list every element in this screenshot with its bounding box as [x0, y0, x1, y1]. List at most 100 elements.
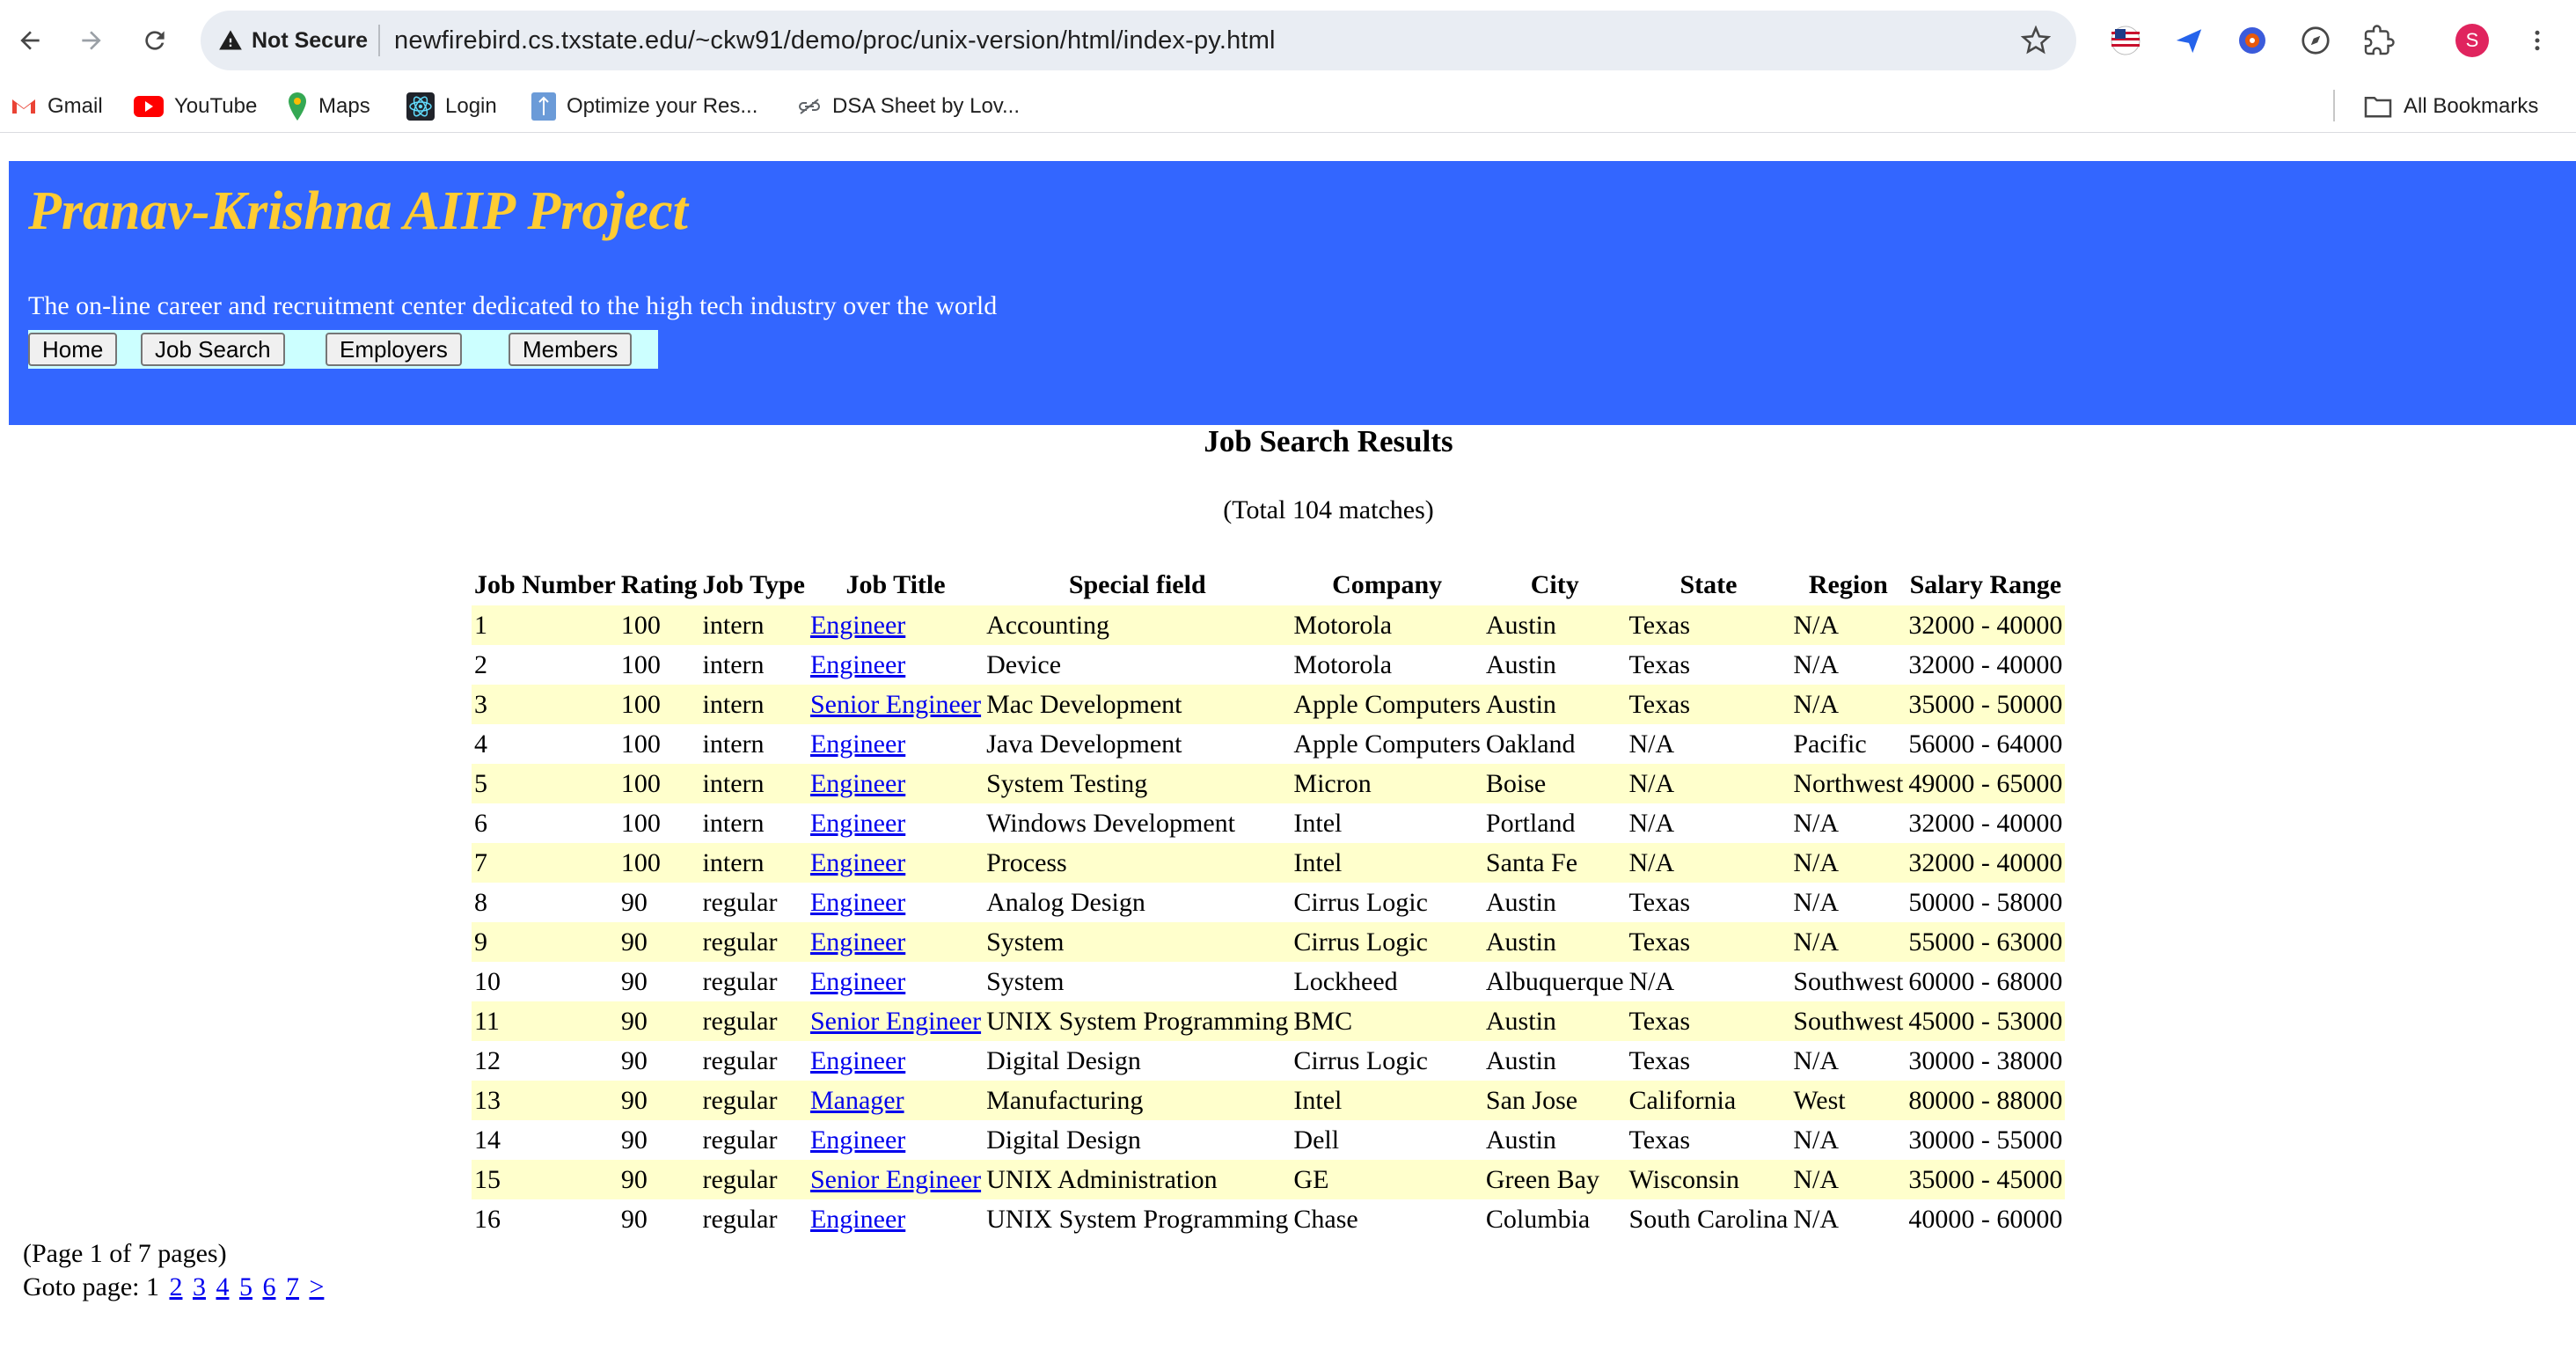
- table-cell: N/A: [1793, 808, 1840, 838]
- job-title-link[interactable]: Engineer: [810, 927, 905, 957]
- table-cell: regular: [702, 887, 778, 917]
- extension-compass-button[interactable]: [2296, 21, 2335, 60]
- job-title-cell: Engineer: [808, 962, 984, 1001]
- bookmark-maps[interactable]: Maps: [287, 88, 370, 125]
- table-cell: UNIX Administration: [984, 1160, 1292, 1199]
- table-cell: intern: [699, 764, 808, 803]
- column-header: Region: [1808, 570, 1888, 599]
- extensions-button[interactable]: [2360, 21, 2398, 60]
- table-cell: System: [984, 922, 1292, 962]
- next-page-link[interactable]: >: [309, 1272, 324, 1301]
- profile-avatar[interactable]: S: [2453, 21, 2492, 60]
- table-cell: Digital Design: [986, 1125, 1141, 1155]
- table-cell: 100: [620, 649, 661, 679]
- job-title-link[interactable]: Engineer: [810, 967, 905, 996]
- table-cell: 100: [618, 843, 700, 883]
- maps-icon: [289, 92, 306, 121]
- nav-home-button[interactable]: Home: [28, 333, 118, 366]
- table-cell: Mac Development: [984, 685, 1292, 724]
- job-title-link[interactable]: Engineer: [810, 848, 905, 877]
- job-title-link[interactable]: Engineer: [810, 888, 905, 917]
- table-cell: Oakland: [1485, 729, 1576, 759]
- table-cell: N/A: [1793, 1204, 1840, 1234]
- table-cell: 90: [618, 1001, 700, 1041]
- job-title-link[interactable]: Engineer: [810, 809, 905, 838]
- page-link[interactable]: 4: [216, 1272, 229, 1301]
- job-title-link[interactable]: Engineer: [810, 611, 905, 640]
- job-title-link[interactable]: Engineer: [810, 1205, 905, 1234]
- table-cell: Manufacturing: [984, 1081, 1292, 1120]
- bookmark-gmail[interactable]: Gmail: [11, 88, 103, 125]
- star-icon: [2021, 26, 2051, 55]
- table-row: 8 90 regular Engineer Analog Design Cirrus Lo…: [472, 883, 2065, 922]
- extension-circle-button[interactable]: [2233, 21, 2272, 60]
- table-cell: N/A: [1793, 1045, 1840, 1075]
- column-header: State: [1680, 570, 1738, 599]
- table-cell: N/A: [1793, 887, 1840, 917]
- extension-send-button[interactable]: [2170, 21, 2208, 60]
- table-cell: Portland: [1485, 808, 1576, 838]
- back-button[interactable]: [7, 18, 53, 63]
- table-cell: 7: [472, 843, 618, 883]
- table-cell: Digital Design: [986, 1045, 1141, 1075]
- security-chip[interactable]: Not Secure: [218, 23, 368, 58]
- table-cell: GE: [1291, 1160, 1483, 1199]
- bookmark-star-button[interactable]: [2018, 23, 2053, 58]
- page-link[interactable]: 7: [286, 1272, 299, 1301]
- job-title-link[interactable]: Senior Engineer: [810, 1007, 981, 1036]
- nav-employers-button[interactable]: Employers: [326, 333, 462, 366]
- table-cell: 90: [618, 1081, 700, 1120]
- table-cell: N/A: [1628, 729, 1675, 759]
- table-cell: Texas: [1626, 922, 1791, 962]
- table-cell: 100: [618, 685, 700, 724]
- bookmark-optimize[interactable]: Optimize your Res...: [531, 88, 757, 125]
- bookmark-login[interactable]: Login: [406, 88, 497, 125]
- bookmark-label: Login: [445, 94, 497, 118]
- job-title-cell: Engineer: [807, 843, 984, 883]
- reload-button[interactable]: [132, 18, 178, 63]
- table-cell: 8: [474, 887, 487, 917]
- job-title-link[interactable]: Engineer: [810, 1046, 905, 1075]
- table-cell: Columbia: [1485, 1204, 1591, 1234]
- table-cell: California: [1626, 1081, 1791, 1120]
- table-cell: 9: [472, 922, 618, 962]
- table-cell: 30000 - 38000: [1908, 1045, 2063, 1075]
- job-title-link[interactable]: Senior Engineer: [810, 1165, 981, 1194]
- table-cell: regular: [702, 966, 778, 996]
- pagination: (Page 1 of 7 pages) Goto page: 1 2 3 4 5…: [23, 1237, 324, 1304]
- table-cell: intern: [702, 649, 765, 679]
- job-title-link[interactable]: Engineer: [810, 650, 905, 679]
- job-title-link[interactable]: Manager: [810, 1086, 904, 1115]
- warning-icon: [219, 30, 242, 50]
- table-cell: intern: [699, 605, 808, 645]
- nav-members-button[interactable]: Members: [509, 333, 633, 366]
- table-cell: Northwest: [1790, 764, 1906, 803]
- table-row: 9 90 regular Engineer System Cirrus Logic Aust…: [472, 922, 2066, 962]
- table-cell: 90: [620, 1125, 648, 1155]
- table-cell: 13: [472, 1081, 618, 1120]
- all-bookmarks-button[interactable]: All Bookmarks: [2363, 88, 2538, 125]
- job-title-link[interactable]: Engineer: [810, 769, 905, 798]
- page-link[interactable]: 6: [262, 1272, 275, 1301]
- url-text[interactable]: newfirebird.cs.txstate.edu/~ckw91/demo/p…: [394, 23, 1276, 58]
- page-link[interactable]: 2: [169, 1272, 182, 1301]
- browser-menu-button[interactable]: [2518, 21, 2557, 60]
- job-title-link[interactable]: Engineer: [810, 729, 905, 759]
- forward-button[interactable]: [69, 18, 114, 63]
- table-cell: 35000 - 45000: [1906, 1160, 2066, 1199]
- table-cell: Accounting: [984, 605, 1292, 645]
- puzzle-icon: [2364, 25, 2395, 55]
- table-cell: 90: [620, 1204, 648, 1234]
- job-title-link[interactable]: Senior Engineer: [810, 690, 981, 719]
- table-cell: 16: [474, 1204, 501, 1234]
- table-cell: System Testing: [984, 764, 1292, 803]
- address-bar[interactable]: Not Secure newfirebird.cs.txstate.edu/~c…: [201, 11, 2076, 70]
- bookmark-youtube[interactable]: YouTube: [134, 88, 257, 125]
- page-link[interactable]: 5: [239, 1272, 252, 1301]
- job-title-link[interactable]: Engineer: [810, 1125, 905, 1155]
- bookmark-dsa[interactable]: DSA Sheet by Lov...: [797, 88, 1020, 125]
- nav-job-search-button[interactable]: Job Search: [141, 333, 285, 366]
- table-cell: 32000 - 40000: [1906, 843, 2066, 883]
- extension-flag-button[interactable]: [2106, 21, 2145, 60]
- page-link[interactable]: 3: [193, 1272, 206, 1301]
